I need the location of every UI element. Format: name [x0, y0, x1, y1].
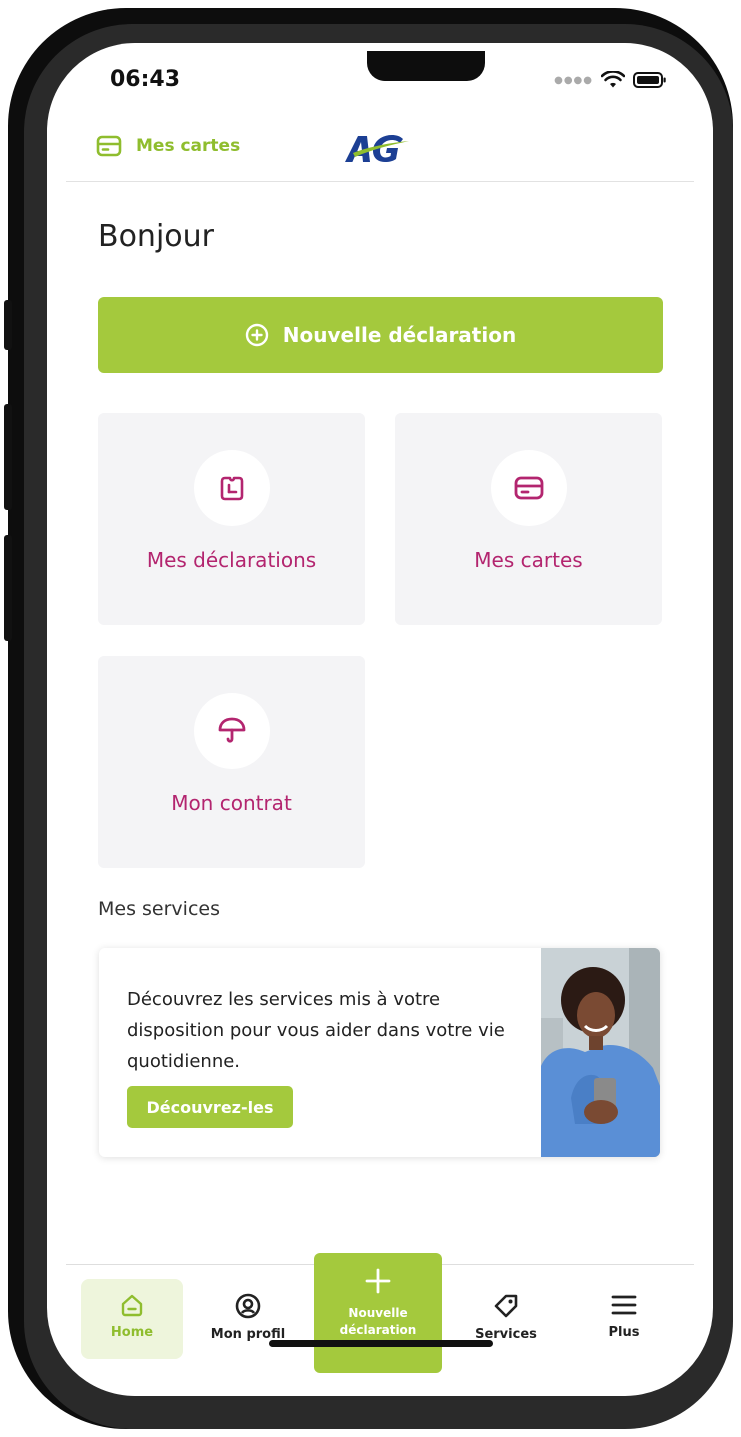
tile-label: Mes déclarations — [146, 548, 317, 572]
tile-icon-circle — [194, 450, 270, 526]
cards-shortcut-label: Mes cartes — [136, 136, 241, 156]
signal-icon: ●●●● — [554, 74, 593, 86]
services-promo-card: Découvrez les services mis à votre dispo… — [99, 948, 660, 1157]
new-declaration-label: Nouvelle déclaration — [282, 323, 517, 347]
tile-label: Mon contrat — [171, 791, 292, 815]
plus-icon — [365, 1268, 391, 1294]
woman-with-phone-image — [541, 948, 660, 1157]
profile-icon — [235, 1293, 261, 1319]
nav-new-declaration[interactable]: Nouvelle déclaration — [314, 1253, 442, 1373]
plus-circle-icon — [245, 323, 268, 347]
discover-services-button[interactable]: Découvrez-les — [127, 1086, 293, 1128]
services-section-title: Mes services — [98, 898, 220, 920]
tag-icon — [494, 1294, 518, 1318]
credit-card-icon — [514, 476, 544, 500]
nav-services[interactable]: Services — [456, 1279, 556, 1359]
app-screen: 06:43 ●●●● Mes cartes Bonjour Nouvelle d… — [47, 43, 713, 1396]
tile-label: Mes cartes — [474, 548, 583, 572]
volume-up-button — [4, 404, 12, 510]
status-bar: 06:43 ●●●● — [47, 65, 713, 99]
wifi-icon — [601, 71, 625, 88]
tile-mon-contrat[interactable]: Mon contrat — [98, 656, 365, 868]
umbrella-icon — [218, 717, 246, 743]
volume-down-button — [4, 535, 12, 641]
nav-more-label: Plus — [608, 1325, 640, 1340]
credit-card-icon — [96, 135, 122, 157]
nav-more[interactable]: Plus — [574, 1279, 674, 1359]
nav-profile[interactable]: Mon profil — [198, 1279, 298, 1359]
bottom-nav: Home Mon profil Nouvelle déclaration Ser… — [66, 1253, 694, 1385]
top-bar: Mes cartes — [66, 127, 694, 182]
nav-new-declaration-label: Nouvelle déclaration — [339, 1306, 417, 1337]
ag-logo — [345, 135, 409, 162]
nav-home-label: Home — [110, 1325, 154, 1340]
claims-document-icon — [220, 476, 244, 501]
new-declaration-button[interactable]: Nouvelle déclaration — [98, 297, 663, 373]
home-indicator[interactable] — [269, 1340, 493, 1347]
promo-text: Découvrez les services mis à votre dispo… — [127, 989, 505, 1072]
tile-mes-cartes[interactable]: Mes cartes — [395, 413, 662, 625]
nav-home[interactable]: Home — [81, 1279, 183, 1359]
mute-switch — [4, 300, 12, 350]
cards-shortcut[interactable]: Mes cartes — [96, 135, 240, 157]
tile-icon-circle — [491, 450, 567, 526]
tile-icon-circle — [194, 693, 270, 769]
home-icon — [121, 1294, 143, 1317]
status-icons: ●●●● — [554, 71, 667, 89]
tile-mes-declarations[interactable]: Mes déclarations — [98, 413, 365, 625]
menu-icon — [611, 1295, 637, 1315]
greeting-heading: Bonjour — [98, 219, 214, 254]
battery-icon — [633, 72, 666, 88]
status-time: 06:43 — [110, 67, 181, 92]
